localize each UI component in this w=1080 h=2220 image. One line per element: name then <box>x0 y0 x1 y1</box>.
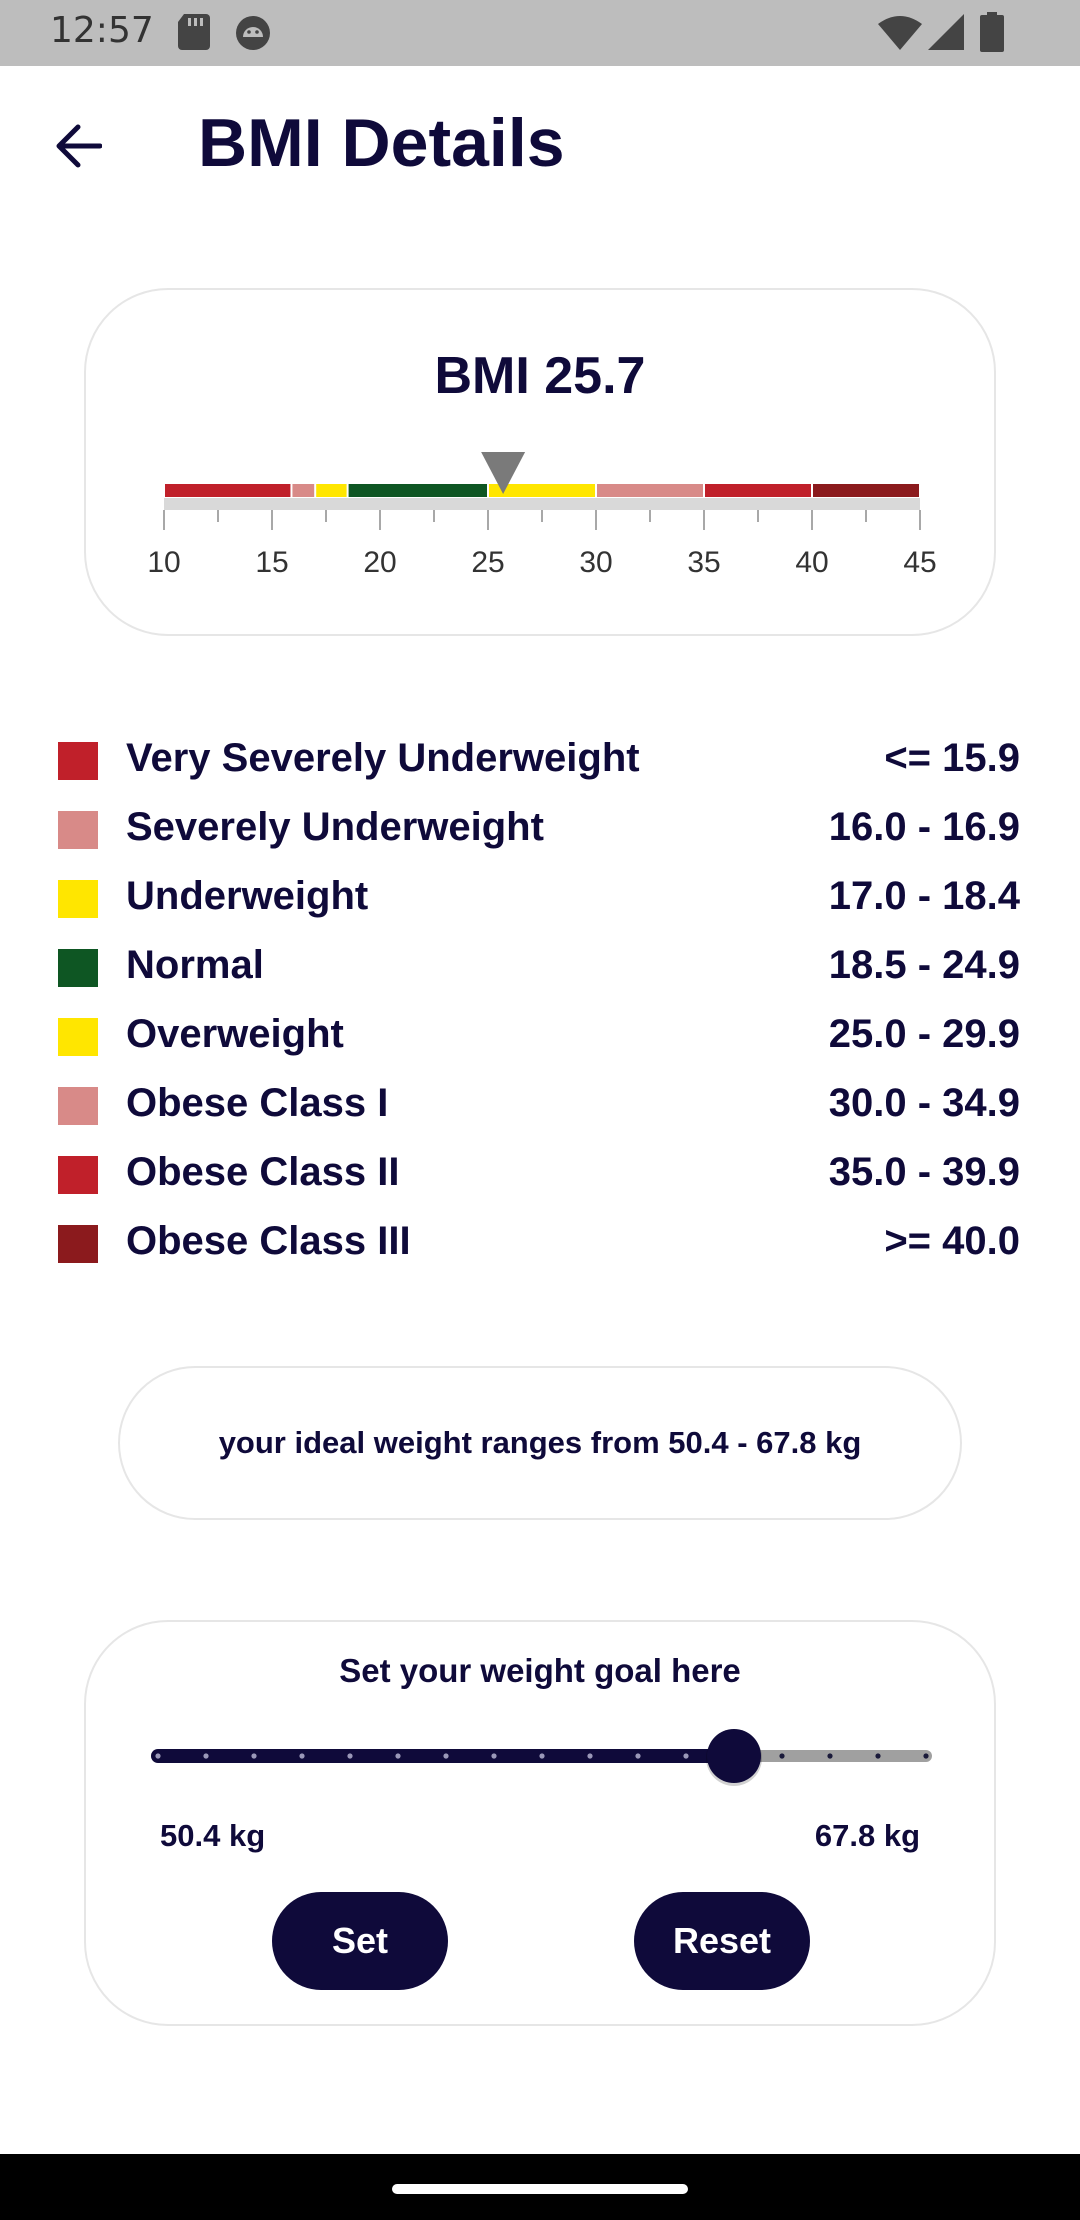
legend-range: <= 15.9 <box>884 736 1020 780</box>
slider-step-dot <box>203 1753 209 1759</box>
android-debug-icon <box>234 14 272 57</box>
slider-step-dot <box>875 1753 881 1759</box>
slider-step-dot <box>491 1753 497 1759</box>
scale-segment-1 <box>165 484 291 497</box>
scale-tick-label: 30 <box>579 546 612 579</box>
legend-range: 30.0 - 34.9 <box>828 1081 1020 1125</box>
legend-range: 25.0 - 29.9 <box>828 1012 1020 1056</box>
legend-range: 16.0 - 16.9 <box>828 805 1020 849</box>
legend-row: Very Severely Underweight <= 15.9 <box>58 730 1020 799</box>
home-pill-icon[interactable] <box>392 2184 688 2194</box>
legend-row: Obese Class II 35.0 - 39.9 <box>58 1144 1020 1213</box>
legend-swatch <box>58 949 98 987</box>
bmi-card: BMI 25.7 10 15 20 25 30 35 40 45 <box>84 288 996 636</box>
status-time: 12:57 <box>50 10 154 51</box>
scale-tick-label: 20 <box>363 546 396 579</box>
legend-swatch <box>58 880 98 918</box>
scale-tick-label: 45 <box>903 546 936 579</box>
slider-step-dot <box>443 1753 449 1759</box>
scale-segment-8 <box>813 484 919 497</box>
scale-tick-label: 40 <box>795 546 828 579</box>
legend-swatch <box>58 1225 98 1263</box>
slider-step-dot <box>251 1753 257 1759</box>
slider-step-dot <box>299 1753 305 1759</box>
set-button[interactable]: Set <box>272 1892 448 1990</box>
slider-thumb[interactable] <box>707 1729 761 1783</box>
slider-step-dot <box>395 1753 401 1759</box>
scale-segment-4 <box>348 484 487 497</box>
legend-swatch <box>58 1087 98 1125</box>
scale-tick-label: 15 <box>255 546 288 579</box>
legend-label: Normal <box>126 943 264 987</box>
arrow-left-icon <box>54 124 103 173</box>
legend-swatch <box>58 811 98 849</box>
slider-step-dot <box>923 1753 929 1759</box>
legend-row: Severely Underweight 16.0 - 16.9 <box>58 799 1020 868</box>
legend-range: 18.5 - 24.9 <box>828 943 1020 987</box>
slider-step-dot <box>587 1753 593 1759</box>
legend-label: Overweight <box>126 1012 344 1056</box>
legend-row: Normal 18.5 - 24.9 <box>58 937 1020 1006</box>
legend-row: Underweight 17.0 - 18.4 <box>58 868 1020 937</box>
legend-row: Overweight 25.0 - 29.9 <box>58 1006 1020 1075</box>
scale-segment-7 <box>705 484 811 497</box>
legend-swatch <box>58 742 98 780</box>
wifi-icon <box>878 16 922 55</box>
bmi-legend: Very Severely Underweight <= 15.9 Severely… <box>58 730 1020 1282</box>
legend-range: >= 40.0 <box>884 1219 1020 1263</box>
battery-icon <box>980 12 1004 57</box>
scale-tick-label: 35 <box>687 546 720 579</box>
slider-step-dot <box>779 1753 785 1759</box>
bmi-scale: 10 15 20 25 30 35 40 45 <box>147 452 937 579</box>
legend-label: Obese Class III <box>126 1219 411 1263</box>
status-bar: 12:57 <box>0 0 1080 66</box>
scale-tick-label: 25 <box>471 546 504 579</box>
slider-step-dot <box>683 1753 689 1759</box>
slider-step-dot <box>827 1753 833 1759</box>
legend-label: Very Severely Underweight <box>126 736 640 780</box>
scale-track <box>164 498 920 510</box>
sd-card-icon <box>178 14 210 55</box>
reset-button[interactable]: Reset <box>634 1892 810 1990</box>
scale-segment-3 <box>316 484 347 497</box>
legend-label: Obese Class I <box>126 1081 389 1125</box>
app-bar: BMI Details <box>0 66 1080 226</box>
ideal-weight-text: your ideal weight ranges from 50.4 - 67.… <box>218 1425 862 1460</box>
signal-icon <box>928 14 964 55</box>
navigation-bar <box>0 2154 1080 2220</box>
weight-goal-card: Set your weight goal here 50.4 kg 67.8 k… <box>84 1620 996 2026</box>
legend-label: Underweight <box>126 874 369 918</box>
ideal-weight-card: your ideal weight ranges from 50.4 - 67.… <box>118 1366 962 1520</box>
slider-step-dot <box>539 1753 545 1759</box>
slider-step-dot <box>347 1753 353 1759</box>
legend-range: 17.0 - 18.4 <box>828 874 1020 918</box>
legend-swatch <box>58 1156 98 1194</box>
legend-label: Severely Underweight <box>126 805 544 849</box>
scale-segment-2 <box>292 484 315 497</box>
legend-swatch <box>58 1018 98 1056</box>
page-title: BMI Details <box>198 105 565 181</box>
scale-tick-label: 10 <box>147 546 180 579</box>
scale-segment-6 <box>597 484 703 497</box>
weight-goal-min-label: 50.4 kg <box>160 1818 266 1853</box>
legend-row: Obese Class III >= 40.0 <box>58 1213 1020 1282</box>
legend-row: Obese Class I 30.0 - 34.9 <box>58 1075 1020 1144</box>
weight-goal-max-label: 67.8 kg <box>814 1818 920 1853</box>
back-button[interactable] <box>40 110 116 186</box>
legend-label: Obese Class II <box>126 1150 400 1194</box>
slider-step-dot <box>635 1753 641 1759</box>
legend-range: 35.0 - 39.9 <box>828 1150 1020 1194</box>
slider-step-dot <box>155 1753 161 1759</box>
